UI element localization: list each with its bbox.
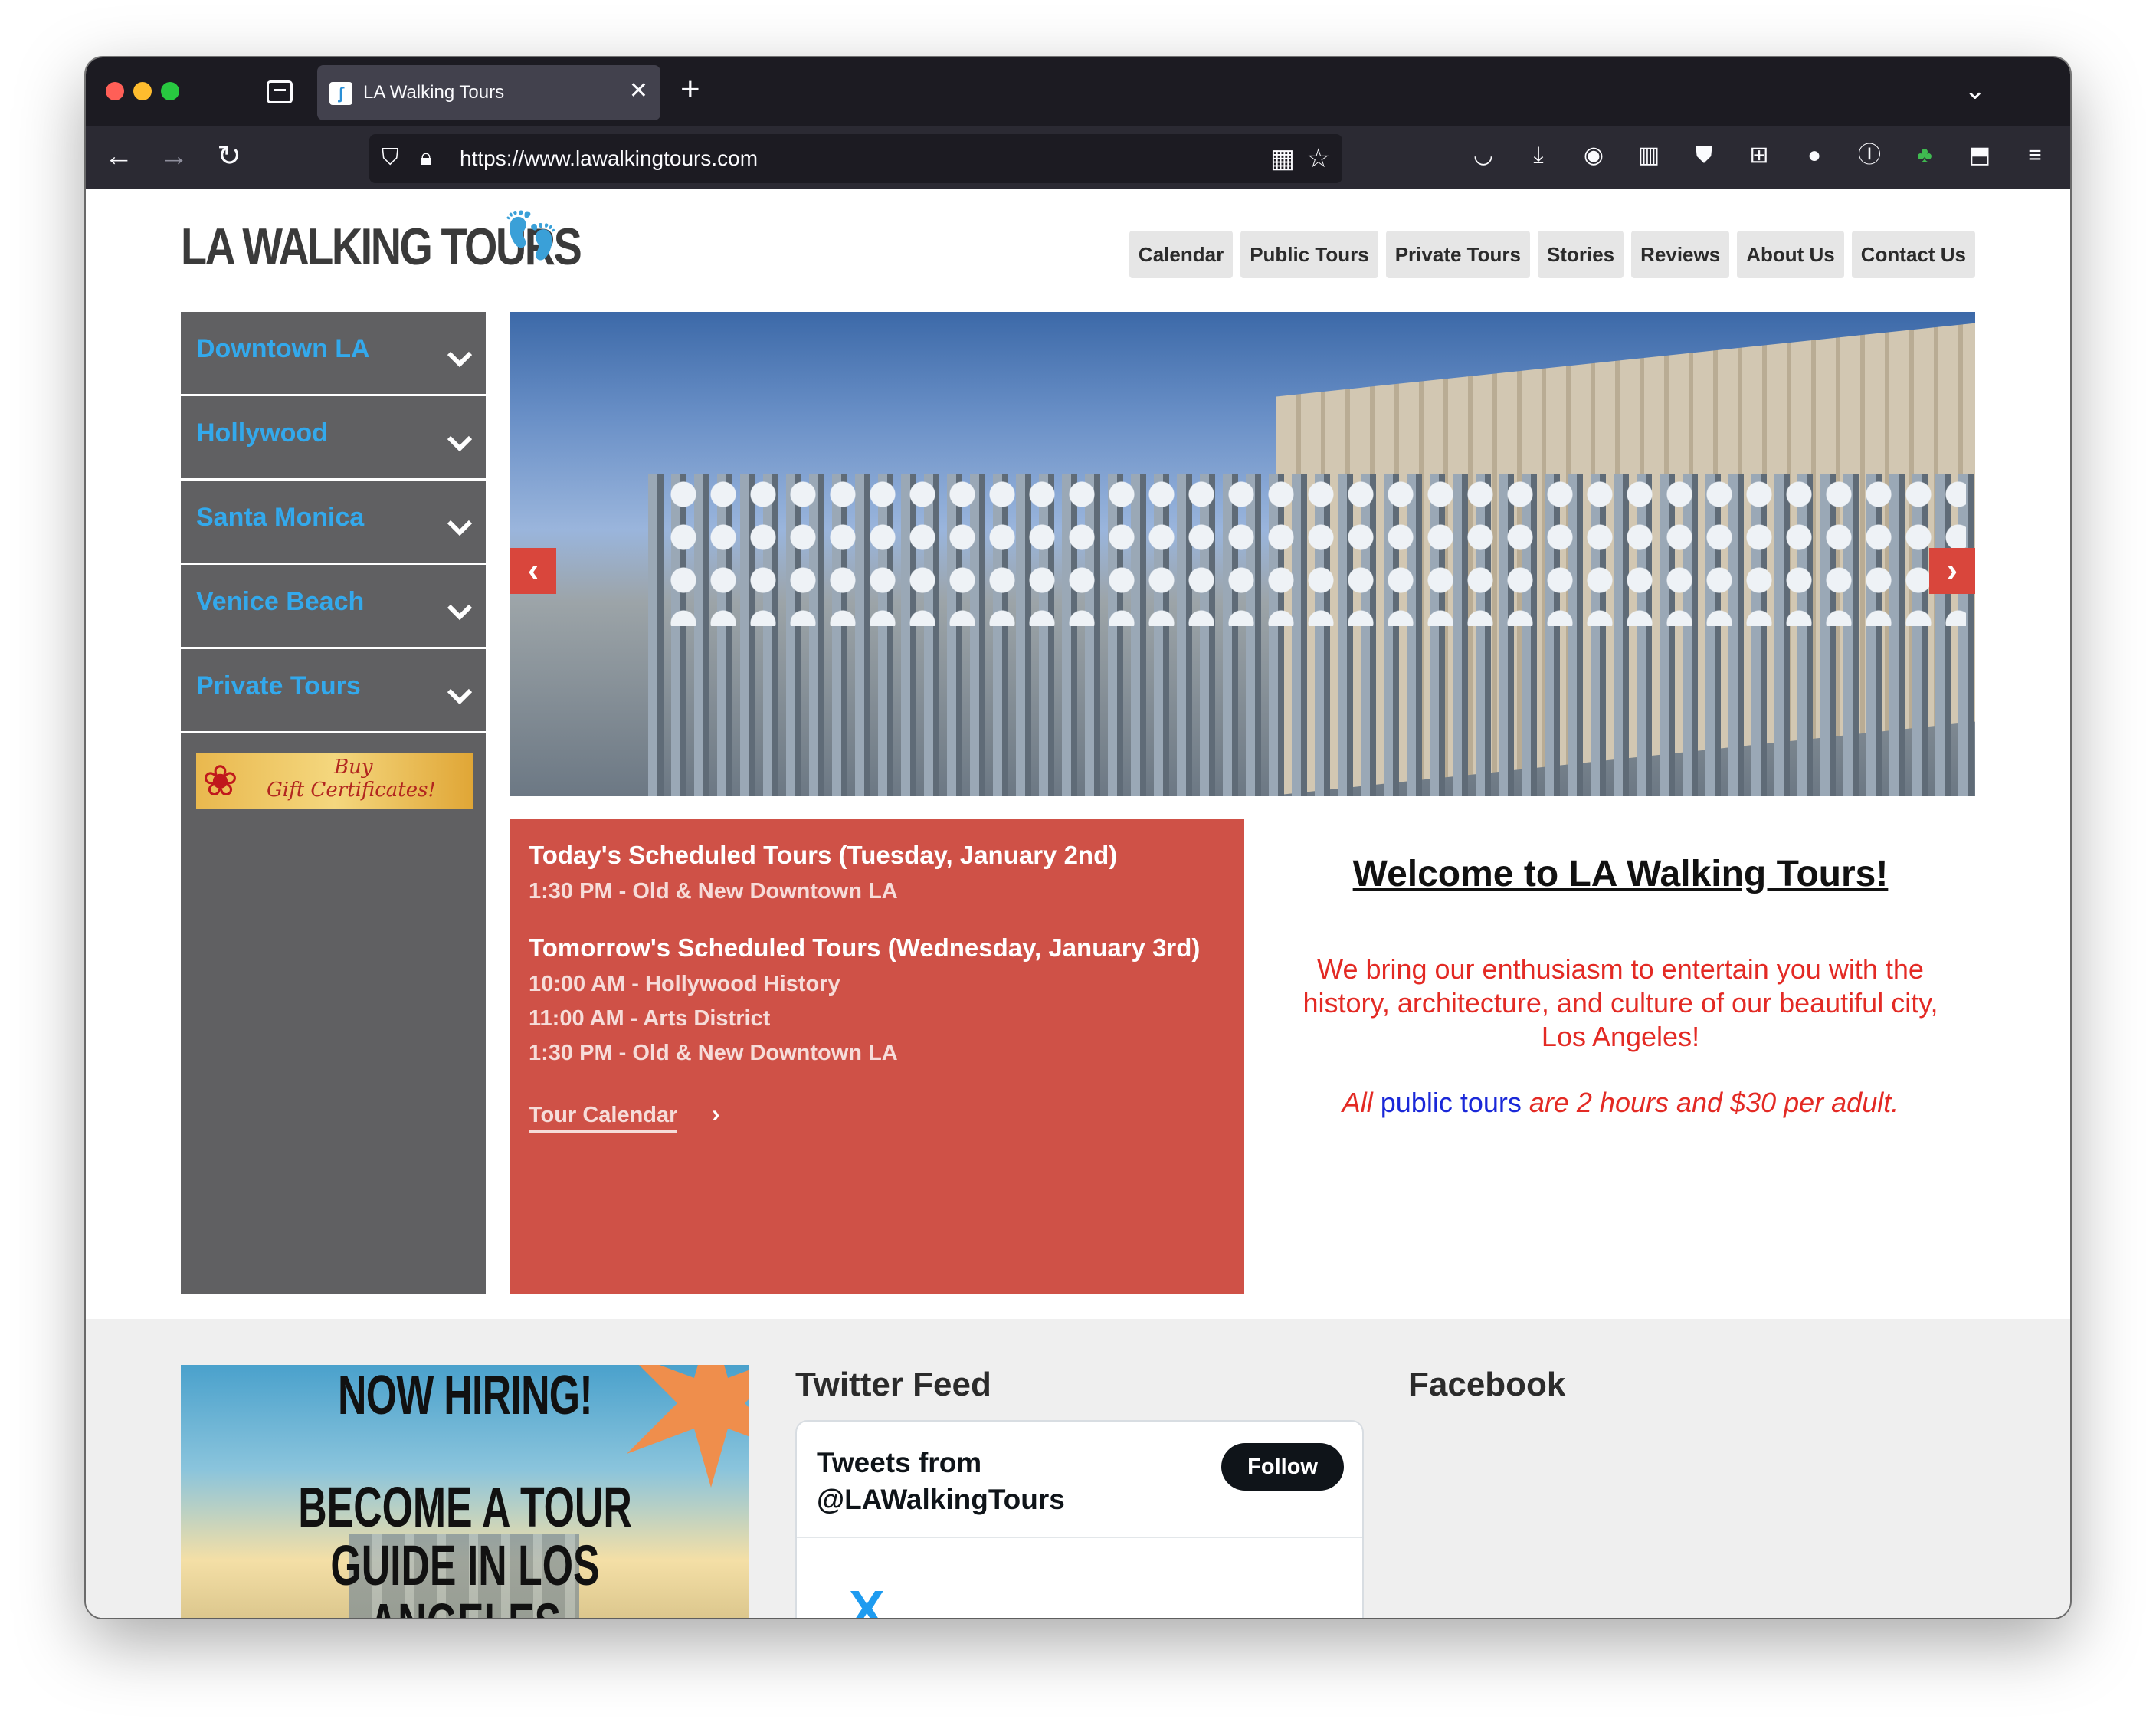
scheduled-tours-panel: Today's Scheduled Tours (Tuesday, Januar… bbox=[510, 819, 1244, 1294]
sidebar-item-hollywood[interactable]: Hollywood bbox=[181, 396, 486, 481]
gift-text-certificates: Gift Certificates! bbox=[267, 779, 436, 802]
sidebar-item-label: Private Tours bbox=[196, 671, 361, 700]
price-post: are 2 hours and $30 per adult. bbox=[1521, 1087, 1899, 1118]
tomorrow-tour: 10:00 AM - Hollywood History bbox=[529, 972, 840, 996]
tomorrow-heading: Tomorrow's Scheduled Tours (Wednesday, J… bbox=[529, 933, 1201, 962]
lock-icon[interactable]: 🔒︎ bbox=[420, 143, 432, 172]
nav-reviews[interactable]: Reviews bbox=[1631, 231, 1730, 278]
price-text: All public tours are 2 hours and $30 per… bbox=[1266, 1086, 1975, 1120]
nav-about-us[interactable]: About Us bbox=[1737, 231, 1844, 278]
gift-bow-icon: ❀ bbox=[202, 756, 238, 805]
public-tours-link[interactable]: public tours bbox=[1381, 1087, 1522, 1118]
chevron-down-icon[interactable] bbox=[444, 428, 475, 459]
slide-prev-arrow-icon[interactable]: ‹ bbox=[510, 548, 556, 594]
evernote-icon[interactable]: ♣ bbox=[1909, 140, 1940, 171]
divider bbox=[797, 1537, 1362, 1538]
sidebar-item-label: Hollywood bbox=[196, 418, 328, 448]
ublock-icon[interactable]: ⛊ bbox=[1689, 140, 1719, 171]
gift-text-buy: Buy bbox=[334, 756, 373, 779]
tab-active[interactable]: ʃ LA Walking Tours ✕ bbox=[317, 65, 660, 120]
nav-private-tours[interactable]: Private Tours bbox=[1385, 231, 1530, 278]
browser-window: ʃ LA Walking Tours ✕ + ⌄ ← → ↻ ⛉ 🔒︎ http… bbox=[86, 57, 2070, 1618]
url-text[interactable]: https://www.lawalkingtours.com bbox=[460, 145, 758, 172]
chevron-down-icon[interactable] bbox=[444, 597, 475, 628]
gift-certificate-banner[interactable]: ❀ Buy Gift Certificates! bbox=[196, 753, 473, 809]
forward-icon[interactable]: → bbox=[155, 137, 193, 175]
web-page: LA WALKING TOURS 👣︎ Calendar Public Tour… bbox=[86, 189, 2070, 1618]
navigation-toolbar: ← → ↻ ⛉ 🔒︎ https://www.lawalkingtours.co… bbox=[86, 126, 2070, 189]
welcome-section: Welcome to LA Walking Tours! We bring ou… bbox=[1266, 819, 1975, 1294]
footprint-icon: ʃ bbox=[329, 82, 352, 105]
menu-icon[interactable]: ≡ bbox=[2020, 140, 2050, 171]
tweets-from-title[interactable]: Tweets from @LAWalkingTours bbox=[817, 1445, 1215, 1518]
sidebar-item-label: Santa Monica bbox=[196, 503, 365, 532]
chevron-down-icon[interactable] bbox=[444, 513, 475, 543]
twitter-feed-title: Twitter Feed bbox=[795, 1366, 991, 1403]
sidebar: Downtown LA Hollywood Santa Monica Venic… bbox=[181, 312, 486, 1294]
reload-icon[interactable]: ↻ bbox=[210, 137, 248, 175]
url-bar[interactable]: ⛉ 🔒︎ https://www.lawalkingtours.com ▦ ☆ bbox=[369, 134, 1342, 183]
info-icon[interactable]: ● bbox=[1799, 140, 1830, 171]
chevron-down-icon[interactable]: ⌄ bbox=[1964, 71, 1987, 110]
star-icon[interactable]: ☆ bbox=[1307, 143, 1330, 174]
today-tour: 1:30 PM - Old & New Downtown LA bbox=[529, 879, 898, 904]
welcome-title: Welcome to LA Walking Tours! bbox=[1352, 854, 1889, 894]
hero-slideshow: ‹ › bbox=[510, 312, 1975, 796]
tab-strip: ʃ LA Walking Tours ✕ + ⌄ bbox=[86, 57, 2070, 126]
password-icon[interactable]: Ⓘ bbox=[1854, 140, 1885, 171]
now-hiring-banner[interactable]: NOW HIRING! BECOME A TOUR GUIDE IN LOS A… bbox=[181, 1365, 749, 1618]
hiring-subtitle: BECOME A TOUR GUIDE IN LOS ANGELES bbox=[298, 1475, 632, 1619]
sidebar-item-downtown-la[interactable]: Downtown LA bbox=[181, 312, 486, 396]
close-icon[interactable]: ✕ bbox=[629, 77, 648, 105]
plus-icon[interactable]: + bbox=[680, 68, 700, 111]
tour-calendar-link[interactable]: Tour Calendar bbox=[529, 1100, 678, 1133]
x-logo-icon: X bbox=[849, 1579, 885, 1618]
back-icon[interactable]: ← bbox=[100, 137, 138, 175]
sidebar-item-santa-monica[interactable]: Santa Monica bbox=[181, 481, 486, 565]
download-icon[interactable]: ⤓ bbox=[1523, 140, 1554, 171]
sidebar-item-label: Downtown LA bbox=[196, 334, 370, 363]
welcome-text: We bring our enthusiasm to entertain you… bbox=[1302, 953, 1938, 1052]
nav-calendar[interactable]: Calendar bbox=[1129, 231, 1234, 278]
tab-title: LA Walking Tours bbox=[363, 82, 505, 103]
chevron-down-icon[interactable] bbox=[444, 344, 475, 375]
tab-list-icon[interactable] bbox=[267, 80, 293, 103]
slide-next-arrow-icon[interactable]: › bbox=[1929, 548, 1975, 594]
footer-section: NOW HIRING! BECOME A TOUR GUIDE IN LOS A… bbox=[86, 1319, 2070, 1618]
nav-contact-us[interactable]: Contact Us bbox=[1851, 231, 1975, 278]
chevron-right-icon[interactable]: › bbox=[712, 1100, 720, 1128]
today-heading: Today's Scheduled Tours (Tuesday, Januar… bbox=[529, 841, 1118, 869]
pocket-icon[interactable]: ◡ bbox=[1468, 140, 1499, 171]
sidebar-item-private-tours[interactable]: Private Tours bbox=[181, 649, 486, 733]
nav-stories[interactable]: Stories bbox=[1537, 231, 1624, 278]
follow-button[interactable]: Follow bbox=[1221, 1443, 1344, 1491]
avatar-icon[interactable]: ◉ bbox=[1578, 140, 1609, 171]
sidebar-item-venice-beach[interactable]: Venice Beach bbox=[181, 565, 486, 649]
top-navigation: Calendar Public Tours Private Tours Stor… bbox=[1129, 231, 1975, 278]
zoom-window-button[interactable] bbox=[161, 82, 179, 100]
hiring-title: NOW HIRING! bbox=[338, 1365, 593, 1426]
twitter-embed: Tweets from @LAWalkingTours Follow X bbox=[795, 1420, 1364, 1618]
close-window-button[interactable] bbox=[106, 82, 124, 100]
nav-public-tours[interactable]: Public Tours bbox=[1240, 231, 1378, 278]
puzzle-icon[interactable]: ⬒ bbox=[1964, 140, 1995, 171]
chevron-down-icon[interactable] bbox=[444, 681, 475, 712]
facebook-title: Facebook bbox=[1408, 1366, 1566, 1403]
hero-lamp-globes bbox=[664, 473, 1966, 626]
shield-icon[interactable]: ⛉ bbox=[382, 145, 405, 171]
extension-icon[interactable]: ▥ bbox=[1633, 140, 1664, 171]
footprints-icon: 👣︎ bbox=[500, 208, 562, 263]
tomorrow-tour: 11:00 AM - Arts District bbox=[529, 1006, 771, 1031]
grid-plus-icon[interactable]: ⊞ bbox=[1744, 140, 1774, 171]
minimize-window-button[interactable] bbox=[133, 82, 152, 100]
qr-icon[interactable]: ▦ bbox=[1270, 143, 1295, 174]
tomorrow-tour: 1:30 PM - Old & New Downtown LA bbox=[529, 1041, 898, 1065]
price-pre: All bbox=[1342, 1087, 1381, 1118]
sidebar-item-label: Venice Beach bbox=[196, 587, 365, 616]
